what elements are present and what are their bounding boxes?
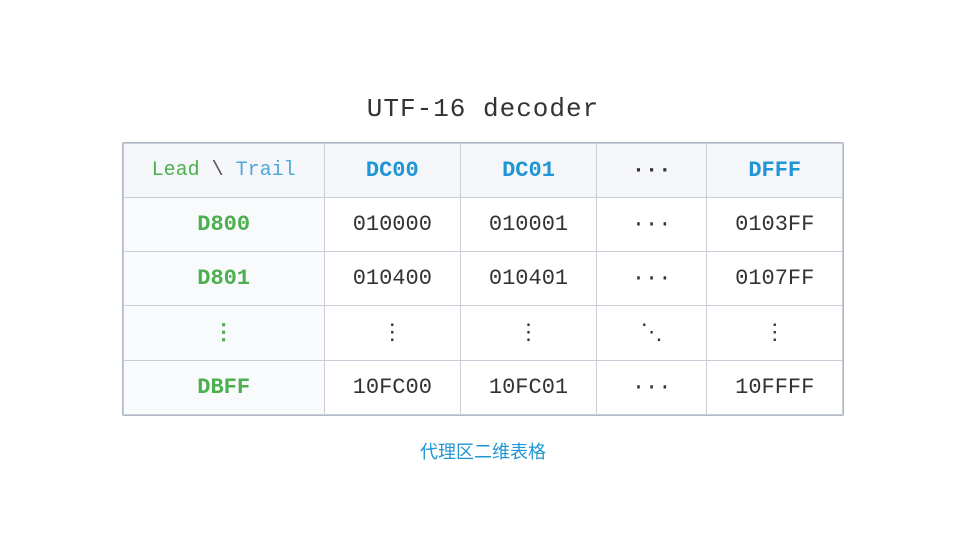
cell-1-1: 010401 bbox=[460, 252, 596, 306]
cell-0-0: 010000 bbox=[324, 198, 460, 252]
cell-0-2: ··· bbox=[597, 198, 707, 252]
caption: 代理区二维表格 bbox=[420, 438, 546, 464]
table-row: D800010000010001···0103FF bbox=[123, 198, 843, 252]
trail-label: Trail bbox=[236, 159, 296, 182]
decoder-table-wrapper: Lead \ Trail DC00 DC01 ··· DFFF D8000100… bbox=[122, 142, 845, 416]
cell-0-1: 010001 bbox=[460, 198, 596, 252]
cell-2-2: ⋱ bbox=[597, 306, 707, 361]
col-header-dfff: DFFF bbox=[707, 144, 843, 198]
col-header-dc00: DC00 bbox=[324, 144, 460, 198]
decoder-table: Lead \ Trail DC00 DC01 ··· DFFF D8000100… bbox=[123, 143, 844, 415]
cell-1-3: 0107FF bbox=[707, 252, 843, 306]
table-row: D801010400010401···0107FF bbox=[123, 252, 843, 306]
cell-3-2: ··· bbox=[597, 361, 707, 415]
page-title: UTF-16 decoder bbox=[367, 94, 599, 124]
table-row: DBFF10FC0010FC01···10FFFF bbox=[123, 361, 843, 415]
cell-0-3: 0103FF bbox=[707, 198, 843, 252]
table-body: D800010000010001···0103FFD80101040001040… bbox=[123, 198, 843, 415]
cell-1-2: ··· bbox=[597, 252, 707, 306]
cell-2-3: ⋮ bbox=[707, 306, 843, 361]
cell-2-1: ⋮ bbox=[460, 306, 596, 361]
lead-trail-header: Lead \ Trail bbox=[123, 144, 324, 198]
row-header-1: D801 bbox=[123, 252, 324, 306]
col-header-ellipsis: ··· bbox=[597, 144, 707, 198]
sep-label: \ bbox=[200, 159, 236, 182]
row-header-0: D800 bbox=[123, 198, 324, 252]
cell-3-0: 10FC00 bbox=[324, 361, 460, 415]
row-header-3: DBFF bbox=[123, 361, 324, 415]
col-header-dc01: DC01 bbox=[460, 144, 596, 198]
table-row: ⋮⋮⋮⋱⋮ bbox=[123, 306, 843, 361]
lead-label: Lead bbox=[152, 159, 200, 182]
table-header-row: Lead \ Trail DC00 DC01 ··· DFFF bbox=[123, 144, 843, 198]
row-header-2: ⋮ bbox=[123, 306, 324, 361]
cell-2-0: ⋮ bbox=[324, 306, 460, 361]
cell-3-3: 10FFFF bbox=[707, 361, 843, 415]
cell-1-0: 010400 bbox=[324, 252, 460, 306]
cell-3-1: 10FC01 bbox=[460, 361, 596, 415]
